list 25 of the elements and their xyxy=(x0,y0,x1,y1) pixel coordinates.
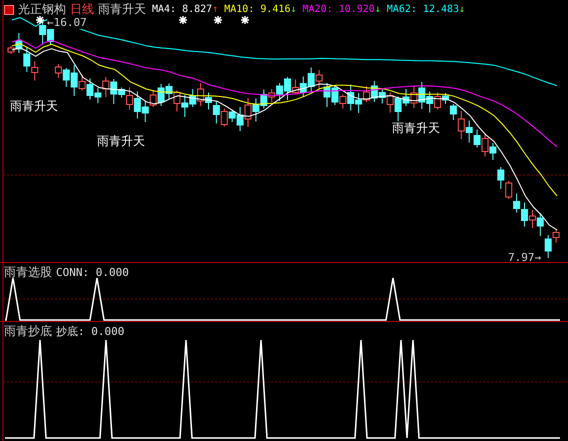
signal-label: 雨青升天 xyxy=(10,98,58,115)
ma-reading: MA4: 8.827↑ xyxy=(152,4,218,15)
indicator-reading: 抄底: 0.000 xyxy=(56,324,124,339)
signal-label: 雨青升天 xyxy=(392,120,440,137)
stock-name: 光正钢构 xyxy=(18,1,66,18)
star-icon xyxy=(213,15,223,25)
high-price-label: ←16.07 xyxy=(47,16,87,29)
panel-title: 雨青抄底 xyxy=(4,323,52,340)
star-icon xyxy=(35,15,45,25)
trend-arrow: ↓ xyxy=(374,4,381,15)
ma-reading: MA10: 9.416↓ xyxy=(224,4,297,15)
trend-arrow: ↑ xyxy=(212,4,218,15)
trend-arrow: ↓ xyxy=(459,4,466,15)
low-price-label: 7.97→ xyxy=(508,251,542,264)
square-icon xyxy=(4,4,14,14)
indicator-reading: CONN: 0.000 xyxy=(56,266,129,279)
indicator-name: 雨青升天 xyxy=(98,1,146,18)
ma-reading: MA62: 12.483↓ xyxy=(386,4,466,15)
period-label[interactable]: 日线 xyxy=(70,1,94,18)
trend-arrow: ↓ xyxy=(290,4,297,15)
signal-label: 雨青升天 xyxy=(97,133,145,150)
star-icon xyxy=(178,15,188,25)
ma-reading: MA20: 10.920↓ xyxy=(302,4,381,15)
star-icon xyxy=(240,15,250,25)
panel-title: 雨青选股 xyxy=(4,264,52,281)
